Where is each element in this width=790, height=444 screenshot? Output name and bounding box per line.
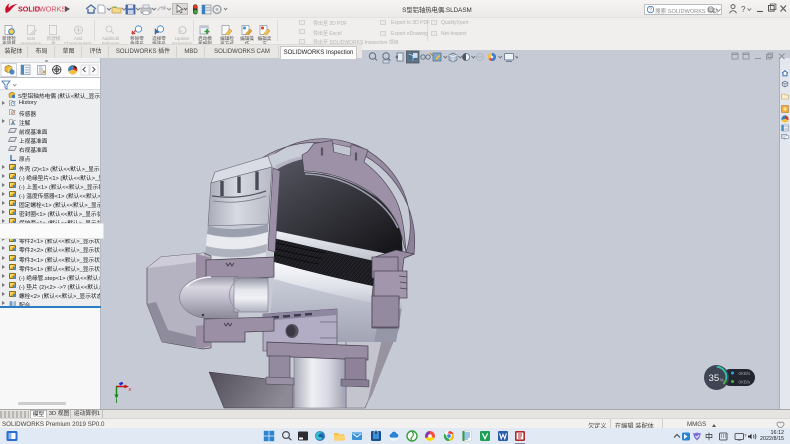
svg-text:?: ? [649, 8, 652, 13]
svg-text:0KB/s: 0KB/s [739, 379, 752, 384]
svg-text:WORKS: WORKS [39, 5, 66, 14]
svg-text:SOLID: SOLID [18, 5, 40, 14]
svg-text:%: % [720, 377, 724, 382]
svg-text:?: ? [741, 5, 746, 14]
svg-text:0KB/s: 0KB/s [739, 371, 752, 376]
svg-text:中: 中 [705, 432, 713, 441]
svg-text:?: ? [744, 433, 747, 438]
svg-text:35: 35 [709, 373, 720, 384]
svg-text:A: A [11, 121, 15, 125]
svg-text:x: x [128, 387, 132, 393]
